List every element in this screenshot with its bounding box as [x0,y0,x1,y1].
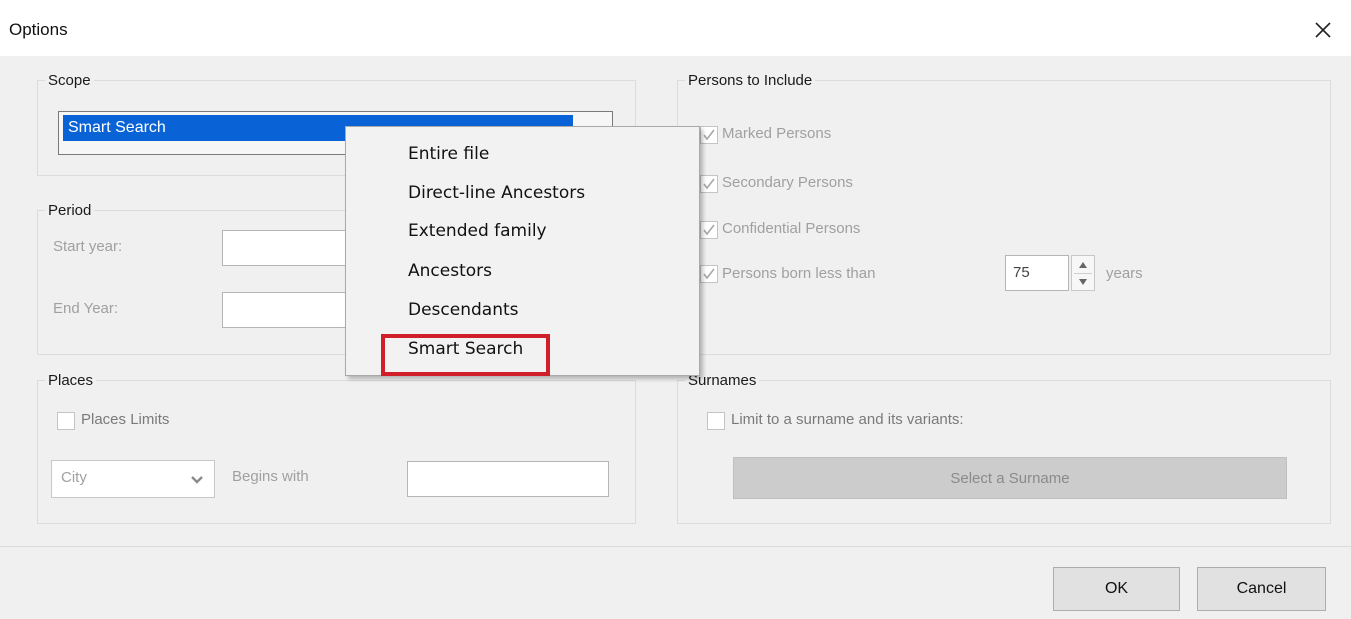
born-years-spinner[interactable] [1071,255,1095,291]
places-legend: Places [45,372,97,389]
places-group [37,380,636,524]
persons-legend: Persons to Include [685,72,816,89]
period-legend: Period [45,202,95,219]
surname-limit-checkbox[interactable] [707,412,725,430]
smart-search-highlight-box [381,334,550,376]
confidential-persons-checkbox[interactable] [700,221,718,239]
marked-persons-label: Marked Persons [722,125,832,142]
born-years-input[interactable]: 75 [1005,255,1069,291]
checkmark-icon [703,268,715,280]
spin-down-icon[interactable] [1078,278,1088,286]
menu-item-ancestors[interactable]: Ancestors [408,261,492,281]
marked-persons-checkbox[interactable] [700,126,718,144]
menu-item-extended-family[interactable]: Extended family [408,221,547,241]
start-year-label: Start year: [53,238,123,255]
secondary-persons-checkbox[interactable] [700,175,718,193]
close-icon [1315,22,1331,38]
begins-with-label: Begins with [232,468,309,485]
ok-button[interactable]: OK [1053,567,1180,611]
city-dropdown-value: City [61,469,87,486]
born-years-value: 75 [1013,264,1030,281]
born-less-than-checkbox[interactable] [700,265,718,283]
menu-item-descendants[interactable]: Descendants [408,300,519,320]
menu-item-direct-line-ancestors[interactable]: Direct-line Ancestors [408,183,585,203]
begins-with-input[interactable] [407,461,609,497]
end-year-label: End Year: [53,300,119,317]
spin-up-icon[interactable] [1078,261,1088,269]
checkmark-icon [703,129,715,141]
years-label: years [1106,265,1143,282]
surnames-group [677,380,1331,524]
confidential-persons-label: Confidential Persons [722,220,861,237]
born-less-than-label: Persons born less than [722,265,876,282]
menu-item-entire-file[interactable]: Entire file [408,144,489,164]
title-bar: Options [0,0,1351,56]
scope-legend: Scope [45,72,94,89]
cancel-button[interactable]: Cancel [1197,567,1326,611]
chevron-down-icon [191,476,203,484]
secondary-persons-label: Secondary Persons [722,174,853,191]
surname-limit-label: Limit to a surname and its variants: [731,411,964,428]
select-surname-button[interactable]: Select a Surname [733,457,1287,499]
places-limits-checkbox[interactable] [57,412,75,430]
close-button[interactable] [1307,14,1339,46]
places-limits-label: Places Limits [81,411,170,428]
checkmark-icon [703,224,715,236]
city-dropdown[interactable]: City [51,460,215,498]
persons-group [677,80,1331,355]
window-title: Options [9,20,68,39]
checkmark-icon [703,178,715,190]
